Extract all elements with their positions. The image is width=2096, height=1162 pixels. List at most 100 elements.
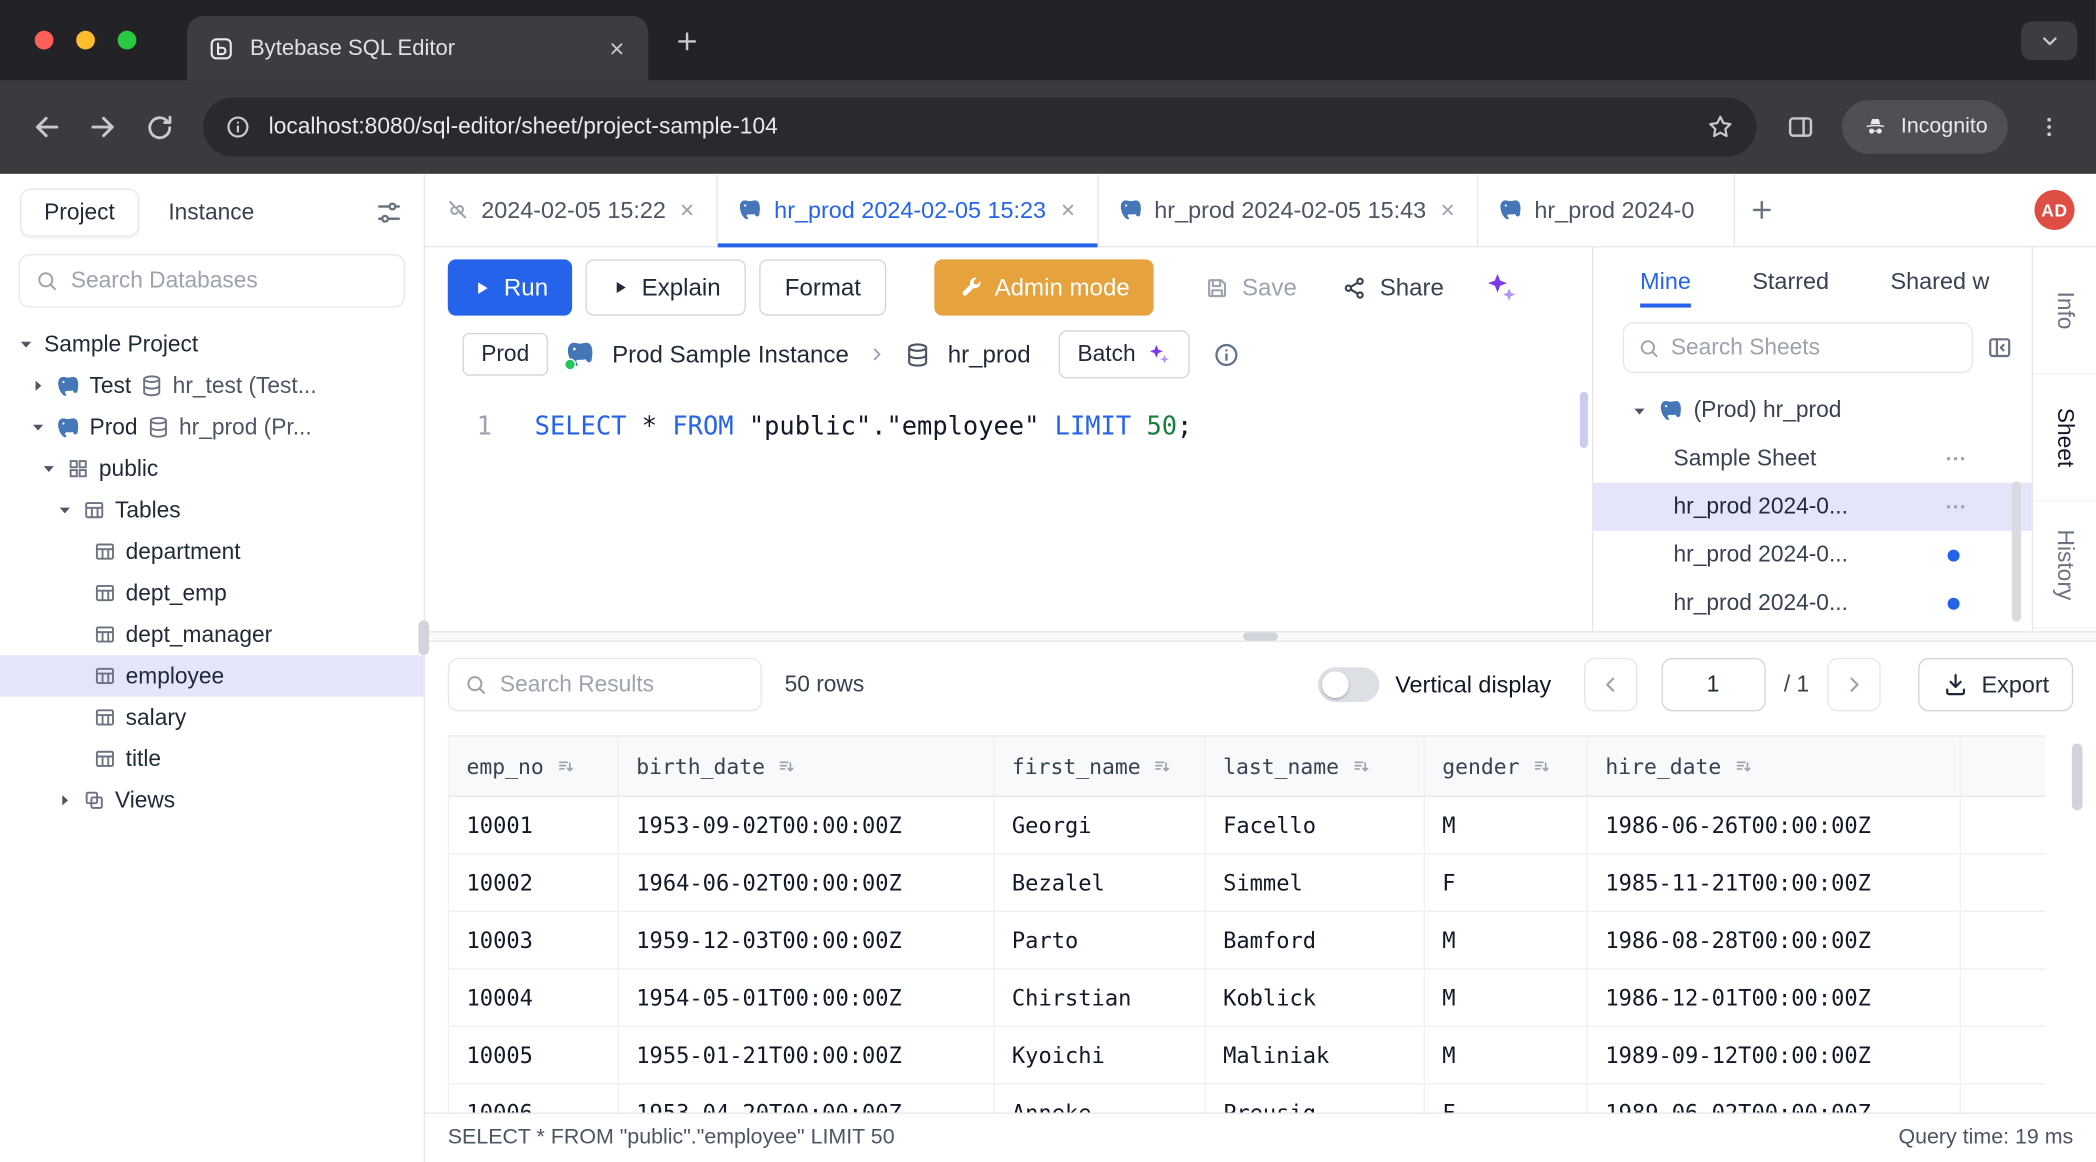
column-header-birth-date[interactable]: birth_date [619, 737, 995, 797]
sheet-tab-1[interactable]: 2024-02-05 15:22 [425, 174, 718, 246]
bookmark-star-icon[interactable] [1706, 112, 1735, 141]
add-sheet-button[interactable] [1735, 174, 1788, 246]
sheet-group-row[interactable]: (Prod) hr_prod [1593, 386, 2031, 434]
reload-button[interactable] [131, 99, 187, 155]
collapse-panel-icon[interactable] [1986, 334, 2013, 361]
tree-item-table-dept-manager[interactable]: dept_manager [0, 614, 424, 655]
sheet-tab-3[interactable]: hr_prod 2024-02-05 15:43 [1098, 174, 1478, 246]
admin-mode-button[interactable]: Admin mode [934, 259, 1153, 315]
close-tab-icon[interactable] [607, 38, 627, 58]
tree-item-table-employee-selected[interactable]: employee [0, 655, 424, 696]
filter-settings-icon[interactable] [374, 198, 403, 227]
tab-starred[interactable]: Starred [1752, 267, 1829, 295]
sheet-menu-icon[interactable] [1944, 447, 1968, 471]
resize-grip[interactable] [1243, 632, 1278, 640]
column-header-first-name[interactable]: first_name [995, 737, 1206, 797]
user-avatar[interactable]: AD [2034, 190, 2074, 230]
minimize-window-button[interactable] [76, 31, 95, 50]
tree-item-table-title[interactable]: title [0, 738, 424, 779]
database-name[interactable]: hr_prod [948, 340, 1031, 368]
chevron-down-icon[interactable] [1631, 402, 1648, 419]
sort-icon[interactable] [556, 756, 576, 776]
save-button[interactable]: Save [1189, 259, 1313, 315]
sheet-tab-4[interactable]: hr_prod 2024-0 [1478, 174, 1735, 246]
search-databases-box[interactable] [19, 254, 405, 307]
instance-name[interactable]: Prod Sample Instance [612, 340, 849, 368]
tab-project[interactable]: Project [20, 189, 139, 237]
close-sheet-icon[interactable] [1058, 201, 1077, 220]
tab-search-button[interactable] [2021, 21, 2077, 60]
tree-item-project[interactable]: Sample Project [0, 324, 424, 365]
tree-item-schema-public[interactable]: public [0, 448, 424, 489]
tree-item-table-salary[interactable]: salary [0, 697, 424, 738]
share-button[interactable]: Share [1326, 259, 1460, 315]
column-header-emp-no[interactable]: emp_no [449, 737, 619, 797]
column-header-gender[interactable]: gender [1425, 737, 1588, 797]
batch-button[interactable]: Batch [1059, 330, 1189, 378]
tab-history[interactable]: History [2033, 501, 2096, 628]
new-tab-button[interactable] [663, 17, 711, 65]
tree-item-instance-test[interactable]: Test hr_test (Test... [0, 365, 424, 406]
environment-chip[interactable]: Prod [462, 333, 547, 376]
tree-item-table-dept-emp[interactable]: dept_emp [0, 572, 424, 613]
sort-icon[interactable] [1532, 756, 1552, 776]
panel-resize-divider[interactable] [425, 631, 2096, 642]
sort-icon[interactable] [777, 756, 797, 776]
search-databases-input[interactable] [71, 267, 389, 294]
search-results-input[interactable] [500, 671, 746, 698]
sort-icon[interactable] [1351, 756, 1371, 776]
sidebar-resize-grip[interactable] [418, 620, 429, 655]
zoom-window-button[interactable] [118, 31, 137, 50]
tab-mine[interactable]: Mine [1640, 267, 1691, 295]
sort-icon[interactable] [1733, 756, 1753, 776]
sort-icon[interactable] [1153, 756, 1173, 776]
chevron-down-icon[interactable] [56, 501, 73, 518]
tree-item-table-department[interactable]: department [0, 531, 424, 572]
page-number-input[interactable] [1661, 658, 1765, 711]
browser-menu-icon[interactable] [2021, 99, 2077, 155]
sql-code-area[interactable]: 1 SELECT * FROM "public"."employee" LIMI… [425, 408, 1592, 445]
sheet-item[interactable]: hr_prod 2024-0... [1593, 579, 2031, 627]
search-sheets-box[interactable] [1623, 322, 1973, 373]
tree-item-instance-prod[interactable]: Prod hr_prod (Pr... [0, 407, 424, 448]
search-sheets-input[interactable] [1671, 334, 1958, 361]
tab-info[interactable]: Info [2033, 247, 2096, 374]
sheet-menu-icon[interactable] [1944, 495, 1968, 519]
search-results-box[interactable] [448, 658, 762, 711]
tab-shared[interactable]: Shared w [1891, 267, 1990, 295]
side-panel-icon[interactable] [1773, 99, 1829, 155]
chevron-right-icon[interactable] [56, 792, 73, 809]
browser-tab[interactable]: Bytebase SQL Editor [187, 16, 648, 80]
ai-sparkles-icon[interactable] [1473, 259, 1529, 315]
vertical-display-toggle[interactable] [1318, 667, 1379, 702]
back-button[interactable] [19, 99, 75, 155]
sheet-item[interactable]: hr_prod 2024-0... [1593, 531, 2031, 579]
run-button[interactable]: Run [448, 259, 572, 315]
chevron-right-icon[interactable] [29, 377, 46, 394]
tree-item-views-group[interactable]: Views [0, 780, 424, 821]
close-sheet-icon[interactable] [678, 201, 697, 220]
tree-item-tables-group[interactable]: Tables [0, 489, 424, 530]
close-sheet-icon[interactable] [1438, 201, 1457, 220]
tab-sheet[interactable]: Sheet [2033, 374, 2096, 501]
sheet-item-selected[interactable]: hr_prod 2024-0... [1593, 483, 2031, 531]
results-scrollbar[interactable] [2072, 743, 2083, 810]
sheet-item[interactable]: Sample Sheet [1593, 435, 2031, 483]
address-bar[interactable]: localhost:8080/sql-editor/sheet/project-… [203, 98, 1756, 157]
export-button[interactable]: Export [1919, 658, 2073, 711]
sheets-scrollbar[interactable] [2012, 481, 2021, 621]
tab-instance[interactable]: Instance [168, 199, 254, 226]
next-page-button[interactable] [1828, 658, 1881, 711]
column-header-last-name[interactable]: last_name [1206, 737, 1425, 797]
format-button[interactable]: Format [759, 259, 886, 315]
close-window-button[interactable] [35, 31, 54, 50]
forward-button[interactable] [75, 99, 131, 155]
chevron-down-icon[interactable] [40, 460, 57, 477]
chevron-down-icon[interactable] [17, 336, 34, 353]
info-circle-icon[interactable] [1212, 340, 1240, 368]
editor-scrollbar[interactable] [1580, 392, 1588, 448]
sheet-tab-2-active[interactable]: hr_prod 2024-02-05 15:23 [718, 174, 1098, 246]
chevron-down-icon[interactable] [29, 419, 46, 436]
column-header-hire-date[interactable]: hire_date [1588, 737, 1961, 797]
site-info-icon[interactable] [225, 114, 252, 141]
